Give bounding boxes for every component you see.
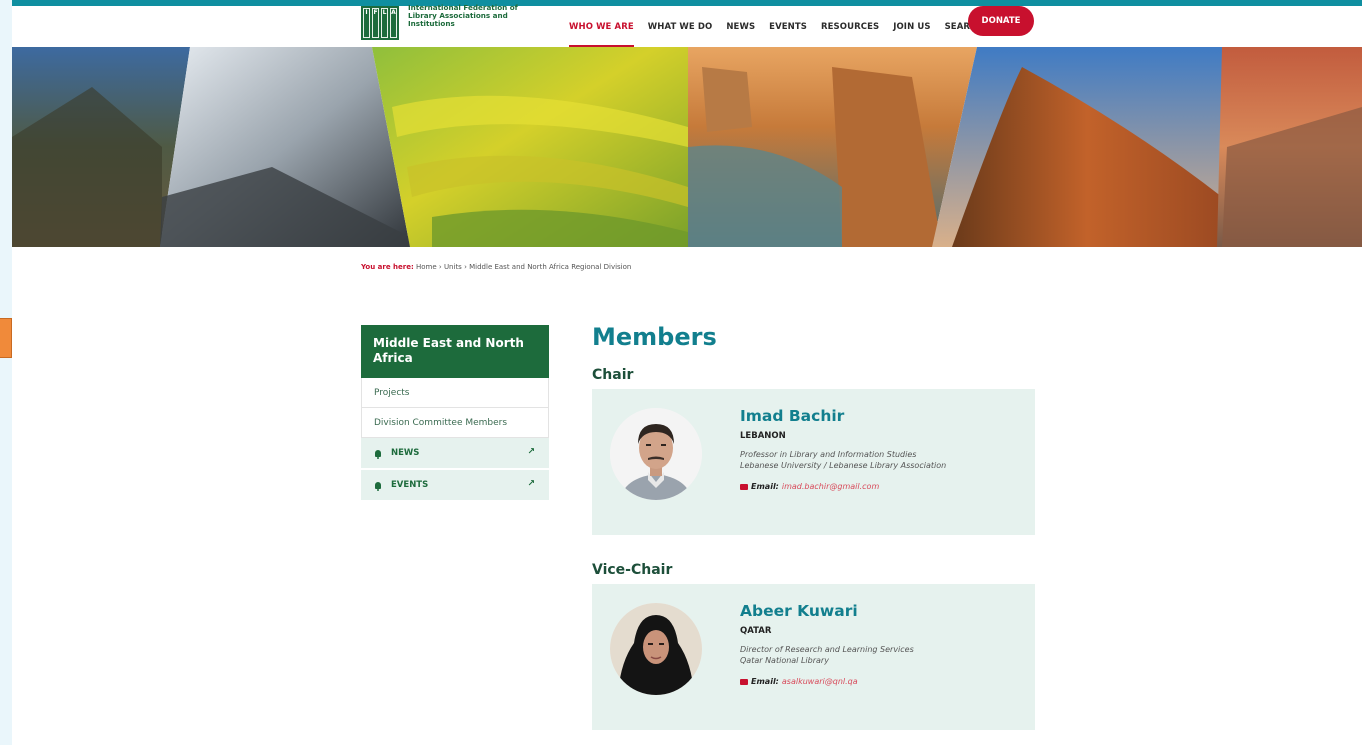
email-label: Email: bbox=[751, 677, 779, 686]
external-arrow-icon: ↗ bbox=[527, 479, 535, 489]
sidebar-title[interactable]: Middle East and North Africa bbox=[361, 325, 549, 378]
bell-icon bbox=[375, 449, 381, 459]
sidebar-item-division-committee[interactable]: Division Committee Members bbox=[361, 408, 549, 438]
member-name[interactable]: Abeer Kuwari bbox=[740, 601, 1030, 621]
sidebar-item-label: EVENTS bbox=[391, 480, 429, 490]
member-info: Imad Bachir LEBANON Professor in Library… bbox=[740, 406, 1030, 491]
email-label: Email: bbox=[751, 482, 779, 491]
nav-what-we-do[interactable]: WHAT WE DO bbox=[648, 6, 713, 47]
logo-mark: I F L A bbox=[361, 6, 399, 40]
member-organization: Lebanese University / Lebanese Library A… bbox=[740, 461, 947, 470]
member-name[interactable]: Imad Bachir bbox=[740, 406, 1030, 426]
side-feedback-tab[interactable] bbox=[0, 318, 12, 358]
breadcrumb-current: Middle East and North Africa Regional Di… bbox=[469, 263, 632, 271]
member-photo bbox=[610, 408, 702, 500]
member-position: Director of Research and Learning Servic… bbox=[740, 645, 914, 654]
member-card: Imad Bachir LEBANON Professor in Library… bbox=[592, 389, 1035, 535]
breadcrumb-lead: You are here: bbox=[361, 263, 414, 271]
member-portrait bbox=[610, 408, 702, 500]
landscape-collage bbox=[12, 47, 1362, 247]
logo-text: International Federation of Library Asso… bbox=[408, 3, 518, 29]
sidebar-item-news[interactable]: NEWS ↗ bbox=[361, 438, 549, 470]
bell-icon bbox=[375, 481, 381, 491]
nav-join-us[interactable]: JOIN US bbox=[893, 6, 930, 47]
main-nav: WHO WE ARE WHAT WE DO NEWS EVENTS RESOUR… bbox=[569, 6, 1010, 47]
breadcrumb-home[interactable]: Home bbox=[416, 263, 437, 271]
nav-news[interactable]: NEWS bbox=[726, 6, 755, 47]
sidebar-item-events[interactable]: EVENTS ↗ bbox=[361, 470, 549, 502]
member-info: Abeer Kuwari QATAR Director of Research … bbox=[740, 601, 1030, 686]
member-description: Professor in Library and Information Stu… bbox=[740, 449, 1030, 471]
member-organization: Qatar National Library bbox=[740, 656, 829, 665]
nav-events[interactable]: EVENTS bbox=[769, 6, 807, 47]
email-link[interactable]: asalkuwari@qnl.qa bbox=[782, 677, 858, 686]
hero-banner bbox=[12, 47, 1362, 247]
member-country: QATAR bbox=[740, 626, 772, 636]
page: I F L A International Federation of Libr… bbox=[12, 0, 1362, 745]
sidebar-item-projects[interactable]: Projects bbox=[361, 378, 549, 408]
nav-resources[interactable]: RESOURCES bbox=[821, 6, 879, 47]
breadcrumb-separator: › bbox=[464, 263, 467, 271]
envelope-icon bbox=[740, 483, 748, 490]
main-content: Members Chair Imad Bachir LEBANON Profes… bbox=[592, 322, 1035, 730]
nav-who-we-are[interactable]: WHO WE ARE bbox=[569, 6, 634, 47]
member-position: Professor in Library and Information Stu… bbox=[740, 450, 917, 459]
role-heading: Chair bbox=[592, 367, 634, 383]
breadcrumb: You are here: Home › Units › Middle East… bbox=[361, 263, 631, 271]
breadcrumb-units[interactable]: Units bbox=[444, 263, 462, 271]
logo-letter: L bbox=[381, 8, 388, 38]
role-heading: Vice-Chair bbox=[592, 562, 673, 578]
member-portrait bbox=[610, 603, 702, 695]
section-sidebar: Middle East and North Africa Projects Di… bbox=[361, 325, 549, 502]
member-country: LEBANON bbox=[740, 431, 786, 441]
member-email: Email: asalkuwari@qnl.qa bbox=[740, 677, 1030, 686]
ifla-logo[interactable]: I F L A International Federation of Libr… bbox=[361, 3, 528, 40]
sidebar-item-label: NEWS bbox=[391, 448, 420, 458]
member-description: Director of Research and Learning Servic… bbox=[740, 644, 1030, 666]
page-title: Members bbox=[592, 323, 717, 351]
logo-letter: F bbox=[372, 8, 379, 38]
donate-button[interactable]: DONATE bbox=[968, 6, 1034, 36]
breadcrumb-separator: › bbox=[438, 263, 442, 271]
envelope-icon bbox=[740, 678, 748, 685]
logo-letter: A bbox=[390, 8, 397, 38]
member-photo bbox=[610, 603, 702, 695]
site-header: I F L A International Federation of Libr… bbox=[12, 3, 1362, 47]
member-email: Email: imad.bachir@gmail.com bbox=[740, 482, 1030, 491]
member-card: Abeer Kuwari QATAR Director of Research … bbox=[592, 584, 1035, 730]
external-arrow-icon: ↗ bbox=[527, 447, 535, 457]
email-link[interactable]: imad.bachir@gmail.com bbox=[782, 482, 879, 491]
logo-letter: I bbox=[363, 8, 370, 38]
